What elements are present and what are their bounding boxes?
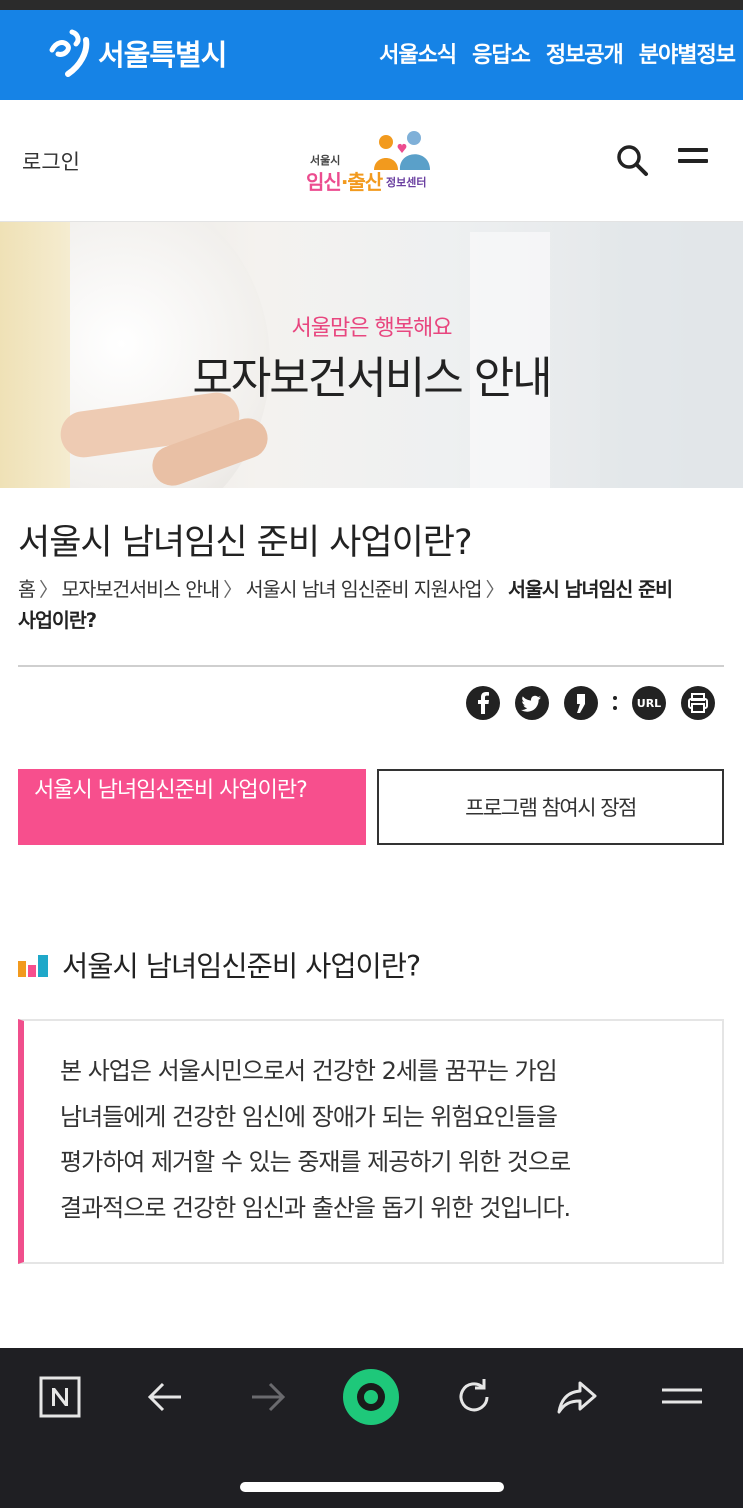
seoul-gov-bar: 서울특별시 서울소식 응답소 정보공개 분야별정보 (0, 10, 743, 100)
logo-main-text: 임신·출산 (306, 166, 383, 195)
menu-line-icon (678, 148, 708, 152)
gov-nav-news[interactable]: 서울소식 (379, 37, 457, 69)
breadcrumb-support-program[interactable]: 서울시 남녀 임신준비 지원사업 (246, 578, 483, 601)
twitter-icon (521, 695, 541, 712)
forward-button[interactable] (238, 1372, 298, 1422)
share-toolbar: URL (466, 686, 730, 720)
site-header: 로그인 서울시 임신·출산 정보센터 (0, 100, 743, 222)
url-icon: URL (636, 696, 662, 710)
more-dots-icon (613, 696, 617, 710)
logo-info-center-text: 정보센터 (386, 176, 427, 189)
info-line: 남녀들에게 건강한 임신에 장애가 되는 위험요인들을 (60, 1102, 558, 1131)
facebook-share-button[interactable] (466, 686, 500, 720)
hero-banner: 서울맘은 행복해요 모자보건서비스 안내 (0, 222, 743, 488)
banner-subtitle: 서울맘은 행복해요 (291, 316, 453, 341)
naver-n-icon (39, 1376, 81, 1418)
banner-title: 모자보건서비스 안내 (192, 353, 552, 404)
print-button[interactable] (681, 686, 715, 720)
menu-line-icon (678, 159, 708, 163)
facebook-icon (478, 692, 489, 714)
info-line: 결과적으로 건강한 임신과 출산을 돕기 위한 것입니다. (60, 1193, 571, 1222)
logo-pregnancy-text: 임신 (306, 170, 342, 194)
reload-button[interactable] (444, 1372, 504, 1422)
logo-birth-text: ·출산 (340, 170, 383, 194)
status-strip (0, 0, 743, 10)
search-button[interactable] (614, 142, 650, 178)
breadcrumb-home[interactable]: 홈 (18, 578, 36, 601)
tab-program-intro[interactable]: 서울시 남녀임신준비 사업이란? (18, 769, 366, 845)
bar-chart-icon (18, 954, 48, 977)
breadcrumb-separator: 〉 (485, 578, 504, 601)
gov-nav-disclosure[interactable]: 정보공개 (546, 37, 624, 69)
section-heading: 서울시 남녀임신준비 사업이란? (18, 944, 421, 985)
tab-program-benefits[interactable]: 프로그램 참여시 장점 (377, 769, 724, 845)
intro-info-box: 본 사업은 서울시민으로서 건강한 2세를 꿈꾸는 가임 남녀들에게 건강한 임… (18, 1019, 724, 1264)
page-title: 서울시 남녀임신 준비 사업이란? (18, 523, 473, 563)
gov-nav-response[interactable]: 응답소 (472, 37, 531, 69)
breadcrumb-separator: 〉 (38, 578, 58, 601)
info-line: 본 사업은 서울시민으로서 건강한 2세를 꿈꾸는 가임 (60, 1057, 558, 1085)
kakaostory-icon (577, 694, 585, 713)
seoul-logo-text: 서울특별시 (98, 38, 227, 72)
hamburger-menu-button[interactable] (678, 148, 708, 174)
kakaostory-share-button[interactable] (564, 686, 598, 720)
site-logo[interactable]: 서울시 임신·출산 정보센터 (306, 128, 438, 196)
print-icon (688, 693, 708, 713)
info-line: 평가하여 제거할 수 있는 중재를 제공하기 위한 것으로 (60, 1148, 571, 1176)
breadcrumb-maternal-health[interactable]: 모자보건서비스 안내 (61, 578, 220, 601)
gov-nav-field-info[interactable]: 분야별정보 (639, 37, 736, 69)
share-icon (557, 1381, 597, 1414)
home-indicator[interactable] (240, 1482, 504, 1492)
green-dot-icon (343, 1369, 399, 1425)
url-copy-button[interactable]: URL (632, 686, 666, 720)
naver-home-button[interactable] (30, 1372, 90, 1422)
forward-arrow-icon (252, 1382, 286, 1412)
search-icon (617, 145, 648, 176)
twitter-share-button[interactable] (515, 686, 549, 720)
breadcrumb: 홈 〉 모자보건서비스 안내 〉 서울시 남녀 임신준비 지원사업 〉 서울시 남녀임신 준… (18, 574, 678, 636)
menu-icon (662, 1388, 702, 1404)
seoul-logo-icon (49, 29, 90, 77)
back-arrow-icon (147, 1382, 181, 1412)
gov-nav: 서울소식 응답소 정보공개 분야별정보 (379, 37, 736, 69)
green-dot-button[interactable] (341, 1368, 401, 1426)
section-heading-text: 서울시 남녀임신준비 사업이란? (62, 950, 421, 983)
breadcrumb-separator: 〉 (223, 578, 242, 601)
share-button[interactable] (547, 1372, 607, 1422)
login-link[interactable]: 로그인 (22, 146, 80, 176)
seoul-logo[interactable]: 서울특별시 (46, 26, 227, 80)
reload-icon (459, 1379, 489, 1412)
back-button[interactable] (135, 1372, 195, 1422)
title-divider (18, 665, 724, 667)
browser-menu-button[interactable] (652, 1372, 712, 1422)
